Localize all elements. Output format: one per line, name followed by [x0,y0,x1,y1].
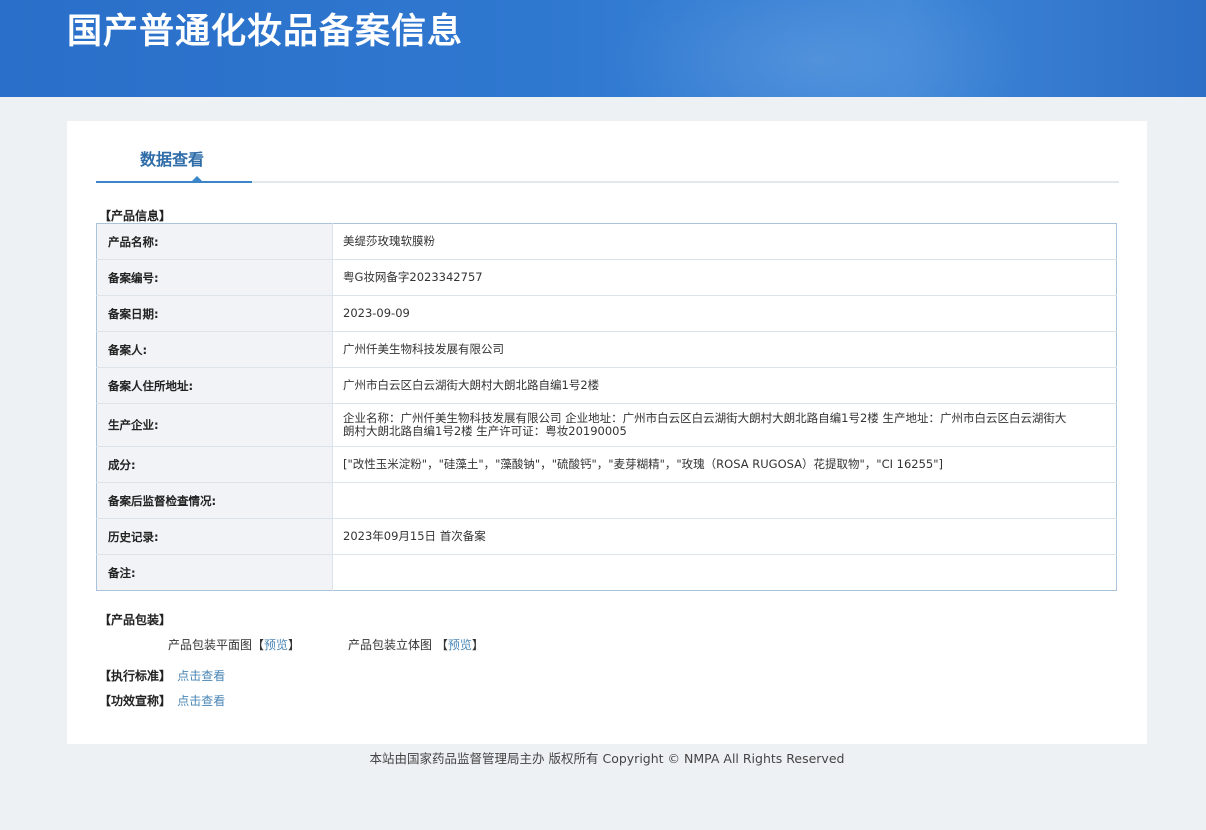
row-value: ["改性玉米淀粉"，"硅藻土"，"藻酸钠"，"硫酸钙"，"麦芽糊精"，"玫瑰（R… [332,446,1117,483]
bracket-open: 【 [252,638,265,652]
row-value: 2023-09-09 [332,295,1117,332]
table-row: 生产企业: 企业名称：广州仟美生物科技发展有限公司 企业地址：广州市白云区白云湖… [96,403,1117,447]
row-label: 产品名称: [96,223,333,260]
table-row: 备注: [96,554,1117,591]
table-row: 备案编号: 粤G妆网备字2023342757 [96,259,1117,296]
row-value [332,482,1117,519]
row-label: 备案后监督检查情况: [96,482,333,519]
table-row: 历史记录: 2023年09月15日 首次备案 [96,518,1117,555]
flat-package-label: 产品包装平面图 [168,638,253,652]
product-info-table: 产品名称: 美缇莎玫瑰软膜粉 备案编号: 粤G妆网备字2023342757 备案… [96,223,1117,591]
row-value: 美缇莎玫瑰软膜粉 [332,223,1117,260]
bracket-close: 】 [288,638,301,652]
table-row: 备案后监督检查情况: [96,482,1117,519]
efficacy-row: 【功效宣称】 点击查看 [99,692,225,709]
row-value: 广州仟美生物科技发展有限公司 [332,331,1117,368]
row-label: 生产企业: [96,403,333,447]
page-title: 国产普通化妆品备案信息 [67,12,464,52]
packaging-section-title: 【产品包装】 [99,613,172,627]
tab-data-view[interactable]: 数据查看 [96,121,252,183]
table-row: 备案日期: 2023-09-09 [96,295,1117,332]
flat-package-item: 产品包装平面图【预览】 [168,636,300,653]
row-value: 粤G妆网备字2023342757 [332,259,1117,296]
table-row: 备案人住所地址: 广州市白云区白云湖街大朗村大朗北路自编1号2楼 [96,367,1117,404]
standard-view-link[interactable]: 点击查看 [177,669,225,683]
row-label: 备案编号: [96,259,333,296]
efficacy-view-link[interactable]: 点击查看 [177,694,225,708]
row-label: 备案人: [96,331,333,368]
row-label: 备案日期: [96,295,333,332]
row-label: 历史记录: [96,518,333,555]
efficacy-section-title: 【功效宣称】 [99,694,172,708]
row-value: 广州市白云区白云湖街大朗村大朗北路自编1号2楼 [332,367,1117,404]
row-value: 企业名称：广州仟美生物科技发展有限公司 企业地址：广州市白云区白云湖街大朗村大朗… [332,403,1117,447]
table-row: 备案人: 广州仟美生物科技发展有限公司 [96,331,1117,368]
table-row: 成分: ["改性玉米淀粉"，"硅藻土"，"藻酸钠"，"硫酸钙"，"麦芽糊精"，"… [96,446,1117,483]
row-label: 备注: [96,554,333,591]
row-value [333,555,1117,591]
tab-underline [96,181,252,183]
row-label: 成分: [96,446,333,483]
standard-section-title: 【执行标准】 [99,669,172,683]
tab-caret-icon [191,176,203,182]
bracket-open: 【 [435,638,448,652]
footer-copyright: 本站由国家药品监督管理局主办 版权所有 Copyright © NMPA All… [369,751,845,766]
bracket-close: 】 [471,638,484,652]
solid-package-item: 产品包装立体图 【预览】 [348,636,484,653]
main-panel: 数据查看 【产品信息】 产品名称: 美缇莎玫瑰软膜粉 备案编号: 粤G妆网备字2… [67,121,1147,744]
row-value: 2023年09月15日 首次备案 [332,518,1117,555]
tab-label: 数据查看 [139,150,204,169]
table-row: 产品名称: 美缇莎玫瑰软膜粉 [96,223,1117,260]
row-label: 备案人住所地址: [96,367,333,404]
product-info-section-title: 【产品信息】 [99,209,172,223]
solid-package-label: 产品包装立体图 [348,638,433,652]
flat-package-preview-link[interactable]: 预览 [264,638,288,652]
page-header: 国产普通化妆品备案信息 [0,0,1206,97]
solid-package-preview-link[interactable]: 预览 [448,638,472,652]
standard-row: 【执行标准】 点击查看 [99,667,225,684]
